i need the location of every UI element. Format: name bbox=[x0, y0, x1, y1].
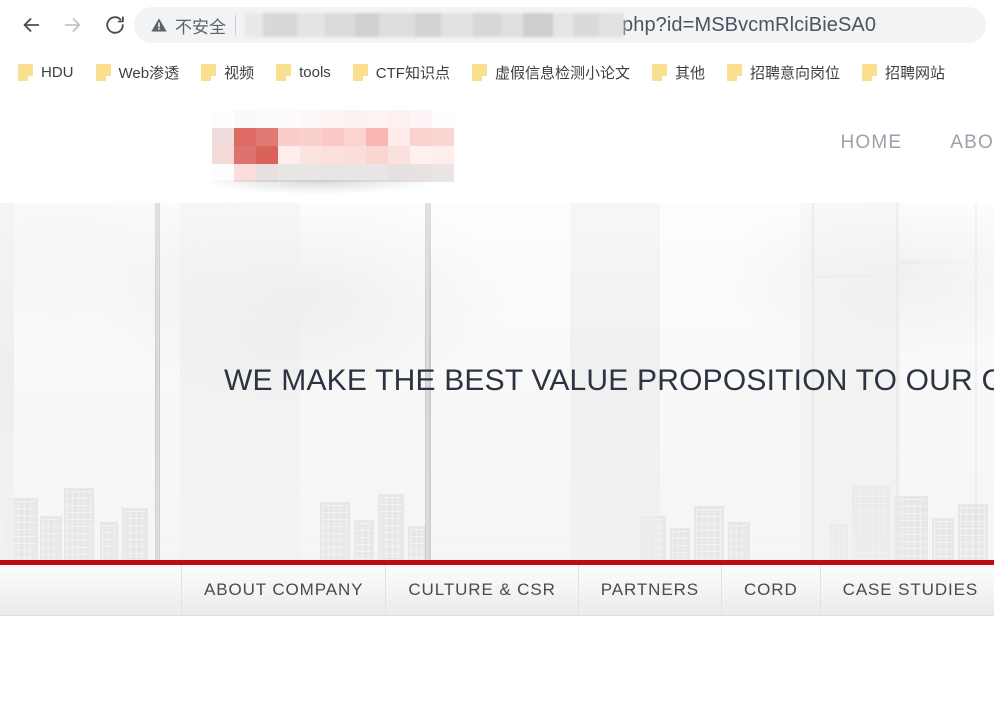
folder-icon bbox=[352, 63, 368, 81]
folder-icon bbox=[95, 63, 111, 81]
subnav-item-culture-csr[interactable]: CULTURE & CSR bbox=[386, 565, 579, 615]
hero-banner: WE MAKE THE BEST VALUE PROPOSITION TO OU… bbox=[0, 203, 994, 560]
subnav-item-cord[interactable]: CORD bbox=[722, 565, 821, 615]
bookmark-item[interactable]: 视频 bbox=[201, 62, 254, 83]
url-text-area[interactable]: php?id=MSBvcmRlciBieSA0 bbox=[245, 7, 986, 43]
not-secure-warning-icon bbox=[150, 16, 168, 34]
visible-url-text: php?id=MSBvcmRlciBieSA0 bbox=[622, 13, 877, 36]
reload-icon bbox=[104, 14, 126, 36]
bookmark-item[interactable]: Web渗透 bbox=[95, 62, 180, 83]
subnav-left-spacer bbox=[0, 565, 182, 615]
back-button[interactable] bbox=[14, 8, 48, 42]
bookmark-item[interactable]: 招聘意向岗位 bbox=[726, 62, 840, 83]
subnav-item-partners[interactable]: PARTNERS bbox=[579, 565, 722, 615]
bookmark-label: 视频 bbox=[224, 64, 255, 82]
bookmark-label: HDU bbox=[41, 63, 74, 81]
folder-icon bbox=[471, 63, 487, 81]
bookmark-item[interactable]: CTF知识点 bbox=[352, 62, 450, 83]
reload-button[interactable] bbox=[98, 8, 132, 42]
omnibox-divider bbox=[235, 15, 236, 35]
forward-button[interactable] bbox=[56, 8, 90, 42]
bookmark-label: Web渗透 bbox=[118, 64, 180, 82]
nav-item-about[interactable]: ABO bbox=[950, 132, 994, 154]
bookmark-label: 招聘意向岗位 bbox=[749, 64, 840, 82]
bookmark-label: 招聘网站 bbox=[885, 64, 946, 82]
bookmark-label: 虚假信息检测小论文 bbox=[494, 64, 630, 82]
bookmark-item[interactable]: 招聘网站 bbox=[862, 62, 945, 83]
bookmark-label: 其他 bbox=[674, 64, 705, 82]
nav-item-home[interactable]: HOME bbox=[840, 132, 902, 154]
page-viewport: HOME ABO WE MAKE THE BEST VALUE PROPOSIT… bbox=[0, 94, 994, 703]
folder-icon bbox=[862, 63, 877, 81]
browser-toolbar: 不安全 php?id=MSBvcmRlciBieSA0 bbox=[0, 0, 994, 50]
secondary-nav: ABOUT COMPANY CULTURE & CSR PARTNERS COR… bbox=[0, 565, 994, 616]
subnav-item-case-studies[interactable]: CASE STUDIES bbox=[821, 565, 994, 615]
back-arrow-icon bbox=[20, 14, 42, 36]
folder-icon bbox=[18, 63, 33, 81]
security-status[interactable]: 不安全 bbox=[150, 13, 226, 38]
bookmark-item[interactable]: 其他 bbox=[651, 62, 705, 83]
bookmark-item[interactable]: tools bbox=[276, 63, 331, 81]
browser-window: 不安全 php?id=MSBvcmRlciBieSA0 HDU Web渗透 视频… bbox=[0, 0, 994, 703]
folder-icon bbox=[726, 63, 742, 81]
logo-shadow bbox=[205, 180, 431, 194]
site-top-nav: HOME ABO bbox=[840, 132, 994, 154]
security-label: 不安全 bbox=[175, 17, 226, 37]
address-bar[interactable]: 不安全 php?id=MSBvcmRlciBieSA0 bbox=[134, 7, 986, 43]
bookmarks-bar: HDU Web渗透 视频 tools CTF知识点 虚假信息检测小论文 其他 招… bbox=[0, 50, 994, 94]
bookmark-label: CTF知识点 bbox=[375, 64, 450, 82]
site-header: HOME ABO bbox=[0, 94, 994, 203]
bookmark-label: tools bbox=[299, 63, 331, 81]
site-logo-redacted[interactable] bbox=[212, 110, 454, 182]
bookmark-item[interactable]: HDU bbox=[18, 63, 74, 81]
redacted-url-blur bbox=[245, 13, 624, 37]
folder-icon bbox=[276, 63, 292, 81]
bookmark-item[interactable]: 虚假信息检测小论文 bbox=[471, 62, 630, 83]
forward-arrow-icon bbox=[62, 14, 84, 36]
folder-icon bbox=[651, 63, 667, 81]
folder-icon bbox=[201, 63, 217, 81]
subnav-item-about-company[interactable]: ABOUT COMPANY bbox=[182, 565, 387, 615]
hero-headline: WE MAKE THE BEST VALUE PROPOSITION TO OU… bbox=[224, 364, 994, 397]
browser-chrome: 不安全 php?id=MSBvcmRlciBieSA0 HDU Web渗透 视频… bbox=[0, 0, 994, 94]
